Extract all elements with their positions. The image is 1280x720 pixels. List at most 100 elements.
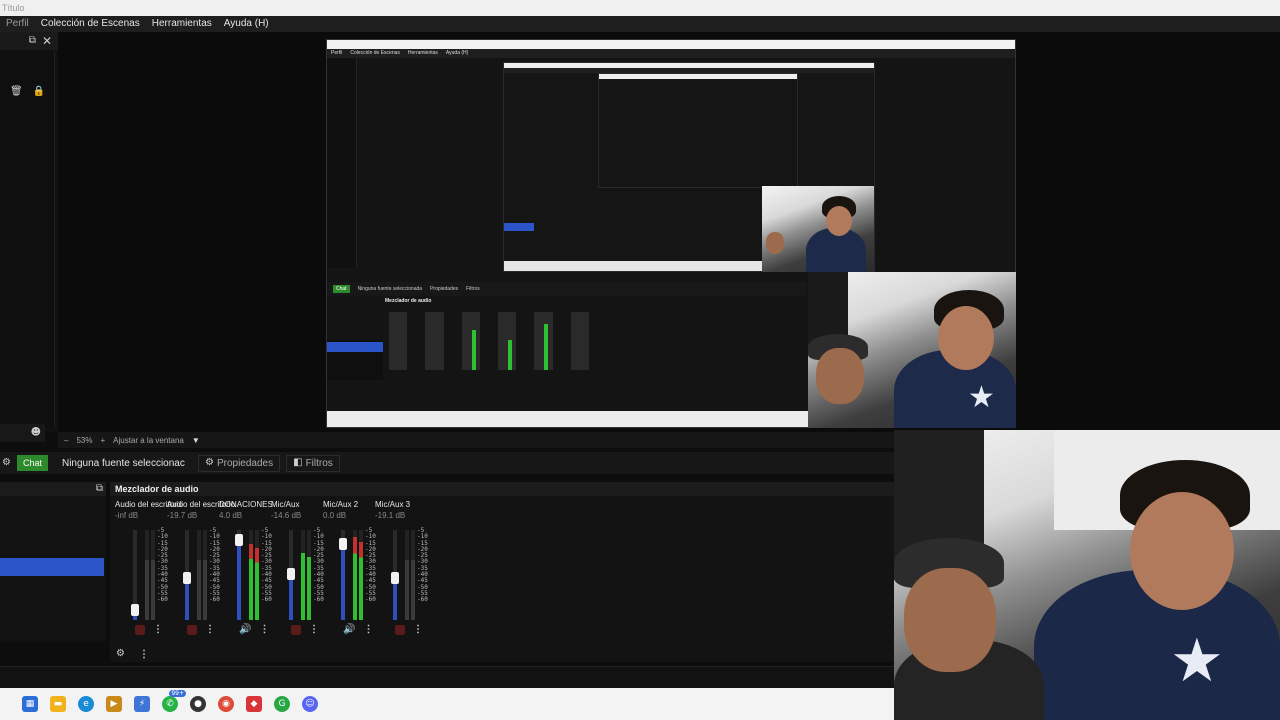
preview-sources-bar: Chat Ninguna fuente seleccionada Propied… <box>327 282 807 296</box>
window-title: Título <box>0 0 1280 16</box>
preview-zoom-bar: – 53% + Ajustar a la ventana ▼ <box>58 432 894 448</box>
mute-toggle-icon[interactable] <box>135 624 145 635</box>
speaker-icon[interactable]: 🔊 <box>239 624 251 635</box>
mute-toggle-icon[interactable] <box>187 624 197 635</box>
level-meter-bar <box>145 530 149 620</box>
menu-herramientas[interactable]: Herramientas <box>146 16 218 32</box>
scene-tools: 🗑 🔒 <box>0 82 55 102</box>
mixer-menu-icon[interactable]: ⋮ <box>139 649 149 660</box>
filter-icon: ◧ <box>293 457 303 468</box>
channel-controls: 🔊 ⋮ <box>343 624 373 635</box>
volume-handle[interactable] <box>183 572 191 584</box>
start-icon[interactable]: ▦ <box>22 696 38 712</box>
mini-meter <box>461 312 480 370</box>
level-meter-fill <box>307 557 311 620</box>
preview-dock <box>327 58 357 268</box>
channel-menu-icon[interactable]: ⋮ <box>413 624 423 635</box>
close-icon[interactable]: ✕ <box>42 35 52 47</box>
channel-name: Mic/Aux 3 <box>375 500 411 509</box>
webcam-face-2 <box>904 568 996 672</box>
zoom-in-icon[interactable]: + <box>100 436 105 445</box>
volume-handle[interactable] <box>391 572 399 584</box>
channel-menu-icon[interactable]: ⋮ <box>259 624 269 635</box>
gear-icon: ⚙ <box>204 457 214 468</box>
level-meter <box>353 530 363 620</box>
app-icon[interactable]: ⚡ <box>134 696 150 712</box>
undock-icon[interactable]: ⧉ <box>96 484 103 494</box>
preview-mixer-meters <box>389 312 589 382</box>
level-meter-fill <box>411 560 415 620</box>
nested-selection <box>504 223 534 231</box>
undock-icon[interactable]: ⧉ <box>29 36 36 46</box>
menu-perfil[interactable]: Perfil <box>0 16 35 32</box>
scenes-dock: ⧉ ✕ 🗑 🔒 <box>0 32 58 432</box>
level-meter <box>301 530 311 620</box>
speaker-icon[interactable]: 🔊 <box>343 624 355 635</box>
volume-handle[interactable] <box>339 538 347 551</box>
webcam-face <box>1130 492 1234 610</box>
channel-controls: ⋮ <box>135 624 163 635</box>
whatsapp-icon[interactable]: ✆ 99+ <box>162 690 186 712</box>
fit-window-dropdown[interactable]: Ajustar a la ventana <box>113 436 184 445</box>
preview-menu-item: Colección de Escenas <box>350 50 400 56</box>
mini-meter <box>497 312 517 370</box>
level-meter-fill <box>249 543 253 620</box>
mute-toggle-icon[interactable] <box>291 624 301 635</box>
obs-icon[interactable]: ● <box>190 696 206 712</box>
advanced-audio-icon[interactable]: ⚙ <box>116 649 125 659</box>
edge-icon[interactable]: e <box>78 696 94 712</box>
volume-handle[interactable] <box>287 567 295 580</box>
gear-icon[interactable]: ⚙ <box>2 458 11 468</box>
preview-filters: Filtros <box>466 286 480 292</box>
level-meter <box>145 530 155 620</box>
preview-mixer-title: Mezclador de audio <box>385 298 432 304</box>
nested-titlebar <box>599 74 797 79</box>
discord-icon[interactable]: ☺ <box>302 696 318 712</box>
status-bar <box>0 666 894 688</box>
channel-controls: ⋮ <box>395 624 423 635</box>
mini-meter <box>389 312 408 370</box>
filters-button[interactable]: ◧ Filtros <box>286 454 340 472</box>
level-meter-fill <box>359 541 363 620</box>
volume-handle[interactable] <box>131 603 139 616</box>
level-meter-bar <box>411 530 415 620</box>
chevron-down-icon[interactable]: ▼ <box>192 436 200 445</box>
selected-source-row[interactable] <box>0 558 104 576</box>
channel-menu-icon[interactable]: ⋮ <box>309 624 319 635</box>
level-meter-bar <box>203 530 207 620</box>
app-icon[interactable]: ▶ <box>106 696 122 712</box>
zoom-out-icon[interactable]: – <box>64 436 68 445</box>
channel-controls: ⋮ <box>291 624 319 635</box>
sources-dock: ⧉ <box>0 482 106 642</box>
windows-taskbar: ▦ ▬ e ▶ ⚡ ✆ 99+ ● ◉ ◆ G ☺ <box>0 688 894 720</box>
level-meter-fill <box>197 560 201 620</box>
level-meter-fill <box>151 560 155 620</box>
lock-icon[interactable]: 🔒 <box>33 87 45 97</box>
notification-badge: 99+ <box>169 690 186 697</box>
app-icon[interactable]: ◆ <box>246 696 262 712</box>
file-explorer-icon[interactable]: ▬ <box>50 696 66 712</box>
sources-toolbar: ⚙ Chat Ninguna fuente seleccionac ⚙ Prop… <box>0 452 894 474</box>
preview-selected-scene <box>327 342 383 352</box>
level-meter-bar <box>405 530 409 620</box>
scene-list[interactable] <box>0 52 55 427</box>
trash-icon[interactable]: 🗑 <box>10 87 23 97</box>
level-meter-bar <box>307 530 311 620</box>
menu-ayuda[interactable]: Ayuda (H) <box>218 16 275 32</box>
audio-mixer: Mezclador de audio Audio del escritorio -… <box>110 482 894 662</box>
properties-button[interactable]: ⚙ Propiedades <box>197 454 281 472</box>
smiley-icon[interactable]: ☻ <box>31 428 41 438</box>
app-icon[interactable]: G <box>274 696 290 712</box>
channel-menu-icon[interactable]: ⋮ <box>363 624 373 635</box>
menu-coleccion-escenas[interactable]: Colección de Escenas <box>35 16 146 32</box>
channel-menu-icon[interactable]: ⋮ <box>153 624 163 635</box>
preview-menu-item: Perfil <box>331 50 343 56</box>
volume-handle[interactable] <box>235 534 243 547</box>
level-meter <box>249 530 259 620</box>
chat-button[interactable]: Chat <box>16 455 48 471</box>
level-meter-bar <box>249 530 253 620</box>
mute-toggle-icon[interactable] <box>395 624 405 635</box>
channel-menu-icon[interactable]: ⋮ <box>205 624 215 635</box>
level-meter-bar <box>255 530 259 620</box>
chrome-icon[interactable]: ◉ <box>218 696 234 712</box>
